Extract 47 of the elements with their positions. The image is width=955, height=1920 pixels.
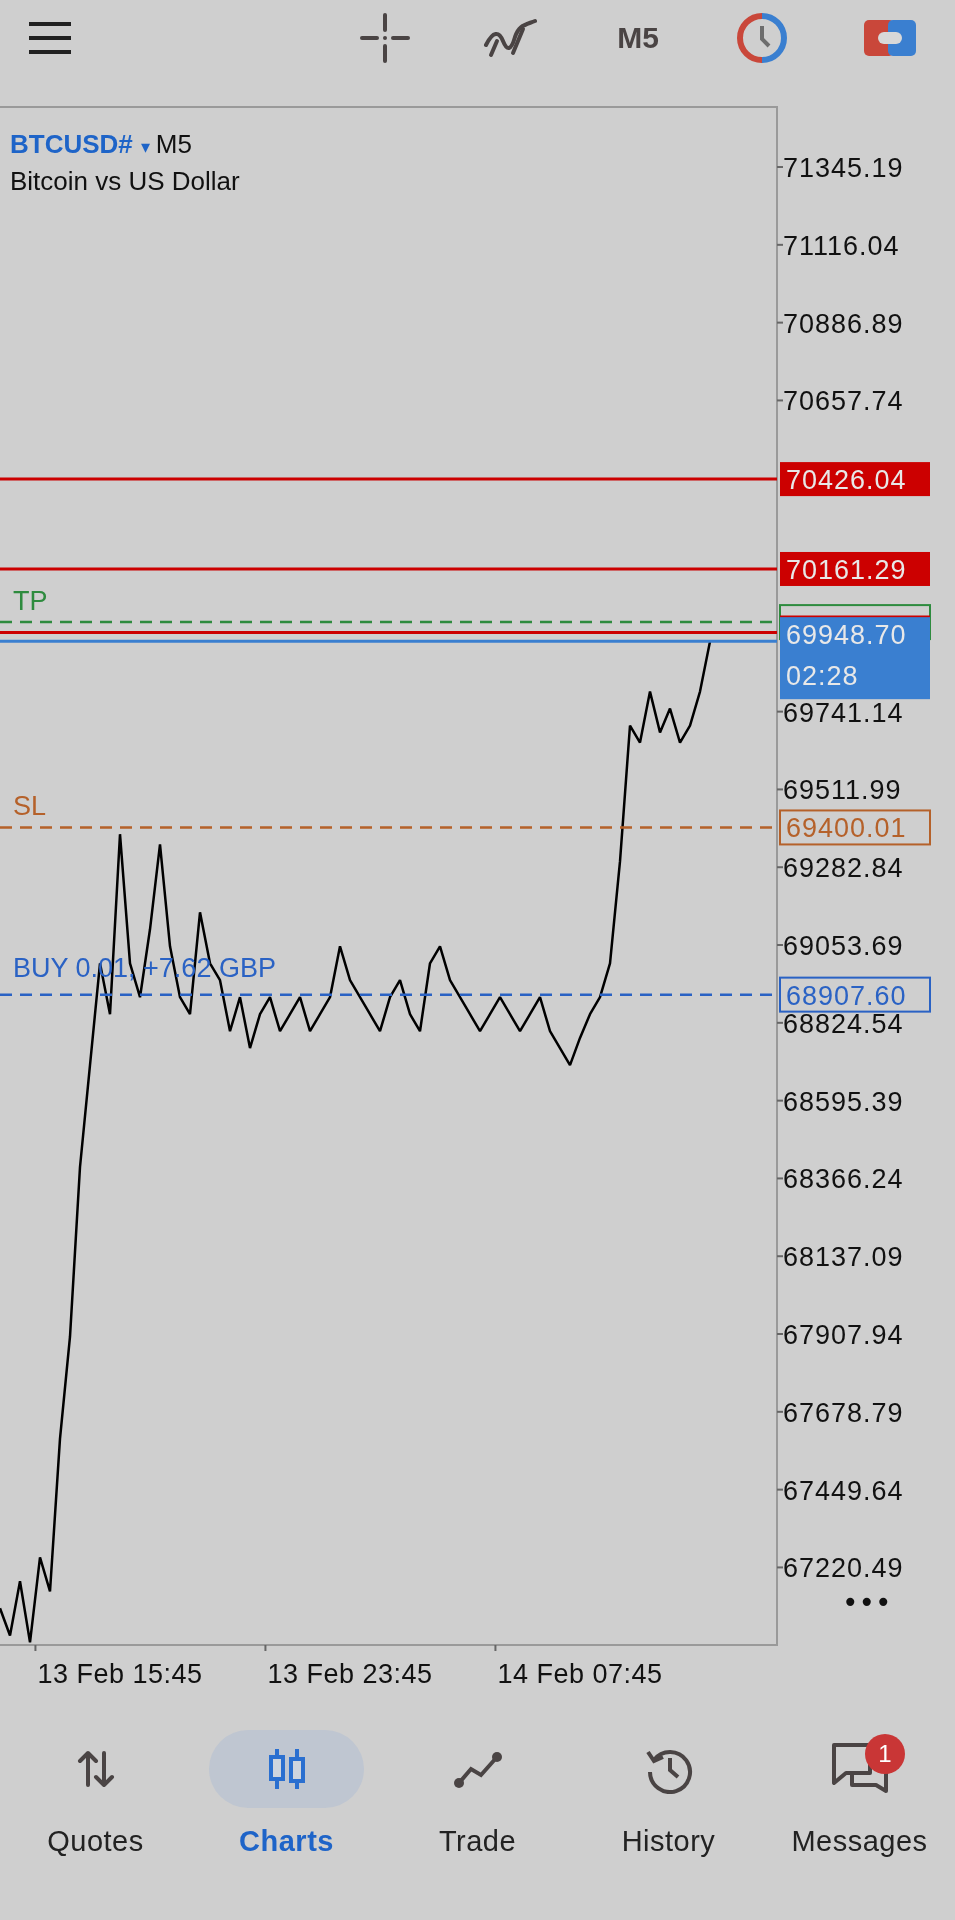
price-axis-label: 67907.94 [783, 1320, 904, 1351]
toggle-icon[interactable] [864, 19, 916, 56]
price-axis-label: 70657.74 [783, 386, 904, 417]
timeframe-button[interactable]: M5 [617, 15, 659, 60]
dropdown-arrow[interactable]: ▾ [140, 137, 150, 157]
symbol-label[interactable]: BTCUSD# [10, 129, 133, 159]
indicator-icon[interactable] [483, 16, 537, 59]
crosshair-icon[interactable] [360, 12, 410, 63]
clock-icon[interactable] [737, 12, 787, 63]
price-axis-label: 69053.69 [783, 931, 904, 962]
level-label: SL [13, 791, 47, 822]
price-tag: 68907.60 [779, 976, 931, 1013]
more-button[interactable]: ••• [842, 1586, 892, 1619]
unread-badge: 1 [865, 1734, 905, 1774]
nav-tab[interactable]: Quotes [0, 1700, 191, 1920]
price-axis-label: 67449.64 [783, 1475, 904, 1506]
price-tag: 69948.70 02:28 [780, 617, 930, 700]
price-axis-label: 70886.89 [783, 308, 904, 339]
nav-tab[interactable]: Trade [382, 1700, 573, 1920]
timeframe-label: M5 [155, 129, 192, 159]
ref-line-label: 70426.04 [786, 465, 907, 496]
time-axis-label: 14 Feb 07:45 [497, 1659, 663, 1689]
ref-line-label: 69948.70 [786, 620, 907, 651]
time-axis-label: 13 Feb 15:45 [37, 1659, 203, 1689]
price-axis-label: 67220.49 [783, 1553, 904, 1584]
price-axis-label: 69511.99 [783, 775, 902, 806]
price-tag: 70426.04 [780, 462, 930, 497]
level-label: TP [13, 586, 48, 617]
price-axis-label: 69741.14 [783, 697, 904, 728]
symbol-description: Bitcoin vs US Dollar [10, 166, 240, 196]
menu-icon[interactable] [27, 19, 73, 56]
time-axis-label: 13 Feb 23:45 [267, 1659, 433, 1689]
price-axis-label: 69282.84 [783, 853, 904, 884]
nav-tab[interactable]: 1 Messages [764, 1700, 955, 1920]
nav-tab[interactable]: Charts [191, 1700, 382, 1920]
price-axis-label: 67678.79 [783, 1397, 904, 1428]
arrows-icon [75, 1749, 116, 1789]
nav-tab[interactable]: History [573, 1700, 764, 1920]
trend-line-icon [452, 1749, 503, 1789]
price-axis-label: 68366.24 [783, 1164, 904, 1195]
price-axis-label: 71345.19 [783, 153, 904, 184]
ref-line-label: 70161.29 [786, 554, 907, 585]
price-tag: 69400.01 [779, 809, 931, 846]
price-axis-label: 68595.39 [783, 1086, 904, 1117]
price-tag: 70161.29 [780, 552, 930, 586]
price-axis-label: 68137.09 [783, 1242, 904, 1273]
price-axis-label: 71116.04 [783, 230, 900, 261]
